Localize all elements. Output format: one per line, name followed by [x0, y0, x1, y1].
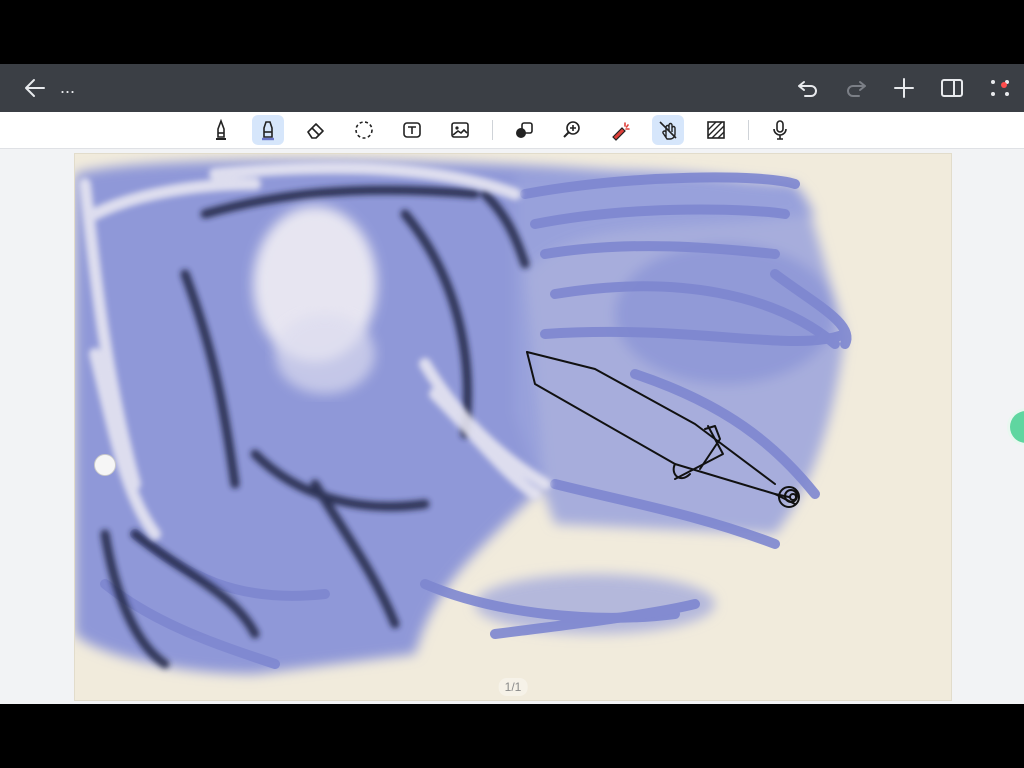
note-title[interactable]: ...	[60, 77, 75, 98]
microphone-tool[interactable]	[764, 115, 796, 145]
redo-button[interactable]	[843, 76, 869, 100]
status-bar	[0, 0, 1024, 64]
drawing-toolbar	[0, 112, 1024, 149]
image-tool[interactable]	[444, 115, 476, 145]
more-icon	[991, 80, 1009, 96]
marker-icon	[262, 121, 274, 141]
lasso-icon	[355, 121, 373, 139]
page-number-indicator: 1/1	[498, 678, 528, 696]
eraser-icon	[307, 123, 324, 139]
floating-action-button[interactable]	[1010, 411, 1024, 443]
toolbar-divider	[748, 120, 749, 140]
toolbar-divider	[492, 120, 493, 140]
eraser-tool[interactable]	[300, 115, 332, 145]
hand-off-icon	[659, 121, 677, 140]
note-page[interactable]: 1/1	[74, 153, 952, 701]
microphone-icon	[773, 120, 787, 140]
undo-button[interactable]	[795, 76, 821, 100]
pen-tool[interactable]	[205, 115, 237, 145]
app-header: ...	[0, 64, 1024, 112]
page-side-handle[interactable]	[94, 454, 116, 476]
sidebar-toggle-button[interactable]	[939, 76, 965, 100]
laser-pointer-tool[interactable]	[604, 115, 636, 145]
canvas-workspace[interactable]: 1/1	[0, 149, 1024, 704]
sidebar-toggle-icon	[941, 79, 963, 97]
undo-icon	[798, 81, 817, 97]
add-page-button[interactable]	[891, 76, 917, 100]
navigation-bar	[0, 704, 1024, 768]
image-icon	[451, 122, 469, 138]
lasso-tool[interactable]	[348, 115, 380, 145]
laser-pointer-icon	[612, 122, 630, 141]
text-tool[interactable]	[396, 115, 428, 145]
redo-icon	[847, 81, 866, 97]
add-icon	[894, 78, 914, 98]
hatch-pattern-icon	[707, 121, 725, 139]
pattern-tool[interactable]	[700, 115, 732, 145]
pen-icon	[216, 119, 226, 140]
marker-tool[interactable]	[252, 115, 284, 145]
text-box-icon	[403, 122, 421, 138]
sketch-drawing	[75, 160, 852, 675]
shapes-icon	[516, 122, 533, 138]
touch-draw-toggle[interactable]	[652, 115, 684, 145]
more-options-button[interactable]	[987, 76, 1013, 100]
back-arrow-icon	[25, 79, 45, 97]
zoom-tool[interactable]	[556, 115, 588, 145]
zoom-in-icon	[563, 121, 580, 138]
back-button[interactable]	[22, 76, 48, 100]
shapes-tool[interactable]	[508, 115, 540, 145]
notification-badge	[1001, 82, 1007, 88]
